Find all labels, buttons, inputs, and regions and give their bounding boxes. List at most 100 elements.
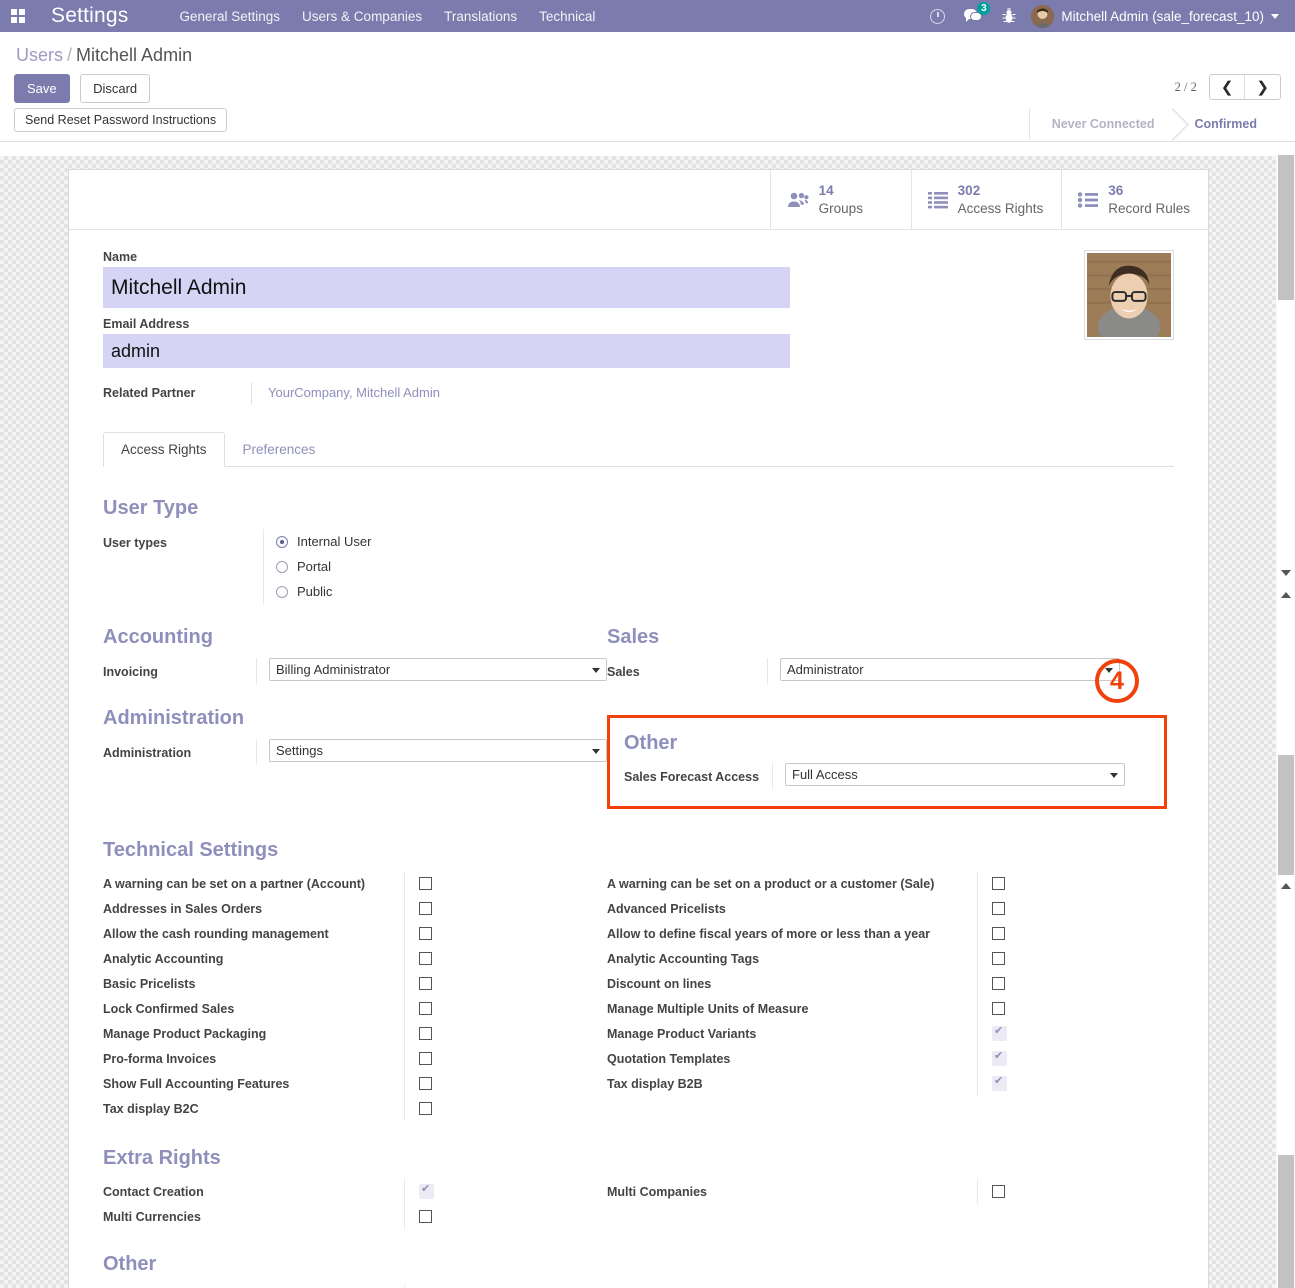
save-button[interactable]: Save	[14, 74, 70, 103]
radio-option-portal[interactable]: Portal	[276, 554, 371, 579]
radio-option-internal-user[interactable]: Internal User	[276, 529, 371, 554]
scrollbar-track[interactable]	[1277, 155, 1294, 1288]
inner-scrollbar-thumb[interactable]	[1278, 755, 1294, 875]
send-reset-password-button[interactable]: Send Reset Password Instructions	[14, 108, 227, 132]
scroll-down-arrow-icon[interactable]	[1281, 570, 1291, 576]
checkbox-discount-on-lines[interactable]	[992, 977, 1005, 990]
section-title-extra-rights: Extra Rights	[103, 1147, 1174, 1170]
activities-clock-icon[interactable]	[919, 0, 955, 32]
discard-button[interactable]: Discard	[80, 74, 150, 103]
radio-option-public[interactable]: Public	[276, 579, 371, 604]
related-partner-link[interactable]: YourCompany, Mitchell Admin	[251, 382, 440, 404]
technical-settings-grid: A warning can be set on a partner (Accou…	[103, 871, 1174, 1121]
radio-portal-icon[interactable]	[276, 561, 288, 573]
sales-forecast-access-select[interactable]: Full Access	[785, 763, 1125, 786]
bug-icon-svg	[1002, 8, 1016, 24]
checkbox-analytic-accounting-tags[interactable]	[992, 952, 1005, 965]
checkbox-fiscal-years[interactable]	[992, 927, 1005, 940]
section-title-technical-settings: Technical Settings	[103, 839, 1174, 862]
app-brand-title: Settings	[51, 4, 128, 28]
checkbox-row: Analytic Accounting	[103, 946, 607, 971]
stat-button-record-rules[interactable]: 36 Record Rules	[1061, 170, 1208, 229]
debug-bug-icon[interactable]	[991, 0, 1027, 32]
checkbox-addresses-in-sales-orders[interactable]	[419, 902, 432, 915]
menu-item-users-companies[interactable]: Users & Companies	[291, 3, 433, 30]
radio-public-icon[interactable]	[276, 586, 288, 598]
radio-label-public: Public	[297, 584, 332, 599]
checkbox-multi-companies[interactable]	[992, 1185, 1005, 1198]
checkbox-basic-pricelists[interactable]	[419, 977, 432, 990]
checkbox-cash-rounding-management[interactable]	[419, 927, 432, 940]
checkbox-manage-product-variants[interactable]	[992, 1026, 1007, 1041]
extra-rights-right-column: Multi Companies	[607, 1179, 1167, 1229]
checkbox-manage-multiple-uom[interactable]	[992, 1002, 1005, 1015]
user-types-row: User types Internal User Portal Publi	[103, 529, 1174, 604]
tab-access-rights[interactable]: Access Rights	[103, 432, 225, 467]
checkbox-tax-display-b2c[interactable]	[419, 1102, 432, 1115]
checkbox-row: A warning can be set on a product or a c…	[607, 871, 1167, 896]
apps-grid-icon[interactable]	[11, 9, 25, 23]
invoicing-select[interactable]: Billing Administrator	[269, 658, 607, 681]
email-input[interactable]	[103, 334, 790, 368]
administration-label: Administration	[103, 739, 256, 763]
checkbox-row: Tax display B2B	[607, 1071, 1167, 1096]
checkbox-label: Basic Pricelists	[103, 977, 404, 991]
checkbox-lock-confirmed-sales[interactable]	[419, 1002, 432, 1015]
checkbox-label: Allow to define fiscal years of more or …	[607, 927, 977, 941]
stat-button-access-rights[interactable]: 302 Access Rights	[911, 170, 1062, 229]
menu-item-translations[interactable]: Translations	[433, 3, 528, 30]
email-field-label: Email Address	[103, 317, 1174, 331]
radio-internal-user-icon[interactable]	[276, 536, 288, 548]
menu-item-technical[interactable]: Technical	[528, 3, 606, 30]
navbar-right-tools: 3	[919, 0, 1287, 32]
administration-section: Administration Administration Settings	[103, 707, 607, 809]
user-avatar-photo[interactable]	[1084, 250, 1174, 340]
checkbox-multi-currencies[interactable]	[419, 1210, 432, 1223]
scroll-up-arrow-icon-2[interactable]	[1281, 883, 1291, 889]
checkbox-advanced-pricelists[interactable]	[992, 902, 1005, 915]
section-title-other-access: Other	[624, 732, 1152, 755]
stat-button-groups[interactable]: 14 Groups	[770, 170, 911, 229]
menu-item-general-settings[interactable]: General Settings	[168, 3, 291, 30]
sales-select[interactable]: Administrator	[780, 658, 1120, 681]
checkbox-analytic-accounting[interactable]	[419, 952, 432, 965]
scroll-up-arrow-icon[interactable]	[1281, 592, 1291, 598]
stat-label-access-rights: Access Rights	[958, 201, 1044, 216]
checkbox-row: Multi Currencies	[103, 1204, 607, 1229]
breadcrumb-parent-users[interactable]: Users	[16, 45, 63, 65]
name-input[interactable]	[103, 267, 790, 308]
sales-section: Sales Sales Administrator	[607, 626, 1167, 689]
other-access-highlight-box: Other Sales Forecast Access Full Access	[607, 715, 1167, 809]
messages-chat-icon[interactable]: 3	[955, 0, 991, 32]
status-stage-never-connected[interactable]: Never Connected	[1029, 108, 1173, 140]
checkbox-warning-partner-account[interactable]	[419, 877, 432, 890]
pager-count: 2 / 2	[1175, 80, 1197, 95]
checkbox-warning-product-customer-sale[interactable]	[992, 877, 1005, 890]
user-menu[interactable]: Mitchell Admin (sale_forecast_10)	[1027, 5, 1287, 28]
stat-buttons-bar: 14 Groups 302 Ac	[69, 170, 1208, 230]
checkbox-tax-display-b2b[interactable]	[992, 1076, 1007, 1091]
checkbox-pro-forma-invoices[interactable]	[419, 1052, 432, 1065]
checkbox-label: Tax display B2C	[103, 1102, 404, 1116]
technical-settings-right-column: A warning can be set on a product or a c…	[607, 871, 1167, 1121]
administration-row: Administration Settings	[103, 739, 607, 765]
pager-next-button[interactable]: ❯	[1245, 75, 1280, 99]
checkbox-show-full-accounting-features[interactable]	[419, 1077, 432, 1090]
checkbox-label: Addresses in Sales Orders	[103, 902, 404, 916]
checkbox-row: Show Full Accounting Features	[103, 1071, 607, 1096]
checkbox-quotation-templates[interactable]	[992, 1051, 1007, 1066]
outer-scrollbar-thumb[interactable]	[1278, 155, 1294, 300]
checkbox-label: Quotation Templates	[607, 1052, 977, 1066]
checkbox-manage-product-packaging[interactable]	[419, 1027, 432, 1040]
extra-rights-left-column: Contact Creation Multi Currencies	[103, 1179, 607, 1229]
section-title-user-type: User Type	[103, 497, 1174, 520]
tab-preferences[interactable]: Preferences	[225, 432, 334, 467]
checkbox-contact-creation[interactable]	[419, 1184, 434, 1199]
lower-scrollbar-thumb[interactable]	[1278, 1155, 1294, 1288]
administration-select[interactable]: Settings	[269, 739, 607, 762]
pager-previous-button[interactable]: ❮	[1210, 75, 1246, 99]
checkbox-row: Basic Pricelists	[103, 971, 607, 996]
checkbox-label: Lock Confirmed Sales	[103, 1002, 404, 1016]
user-types-label: User types	[103, 529, 263, 553]
list-lines-icon	[928, 191, 948, 209]
